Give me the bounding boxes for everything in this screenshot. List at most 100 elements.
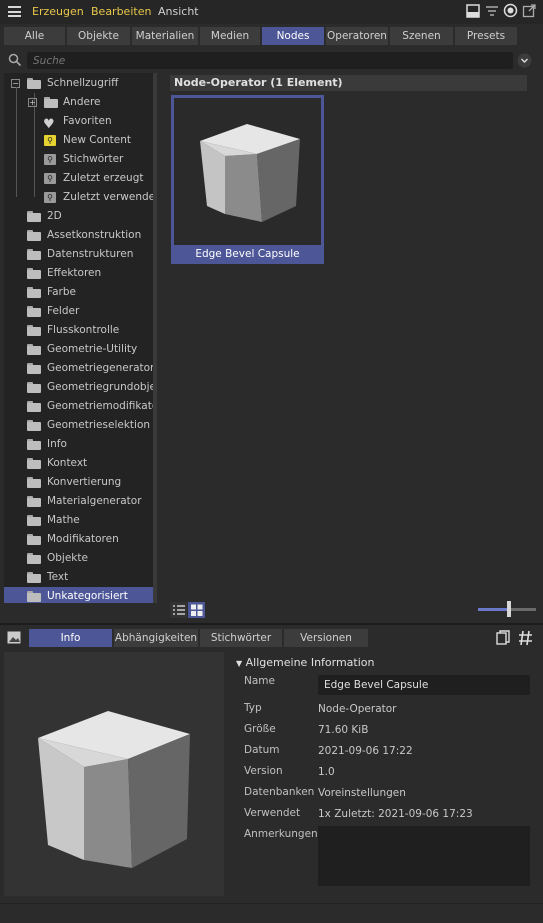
copy-icon[interactable]	[496, 630, 510, 646]
folder-icon	[27, 439, 41, 450]
tree-item-mathe[interactable]: Mathe	[4, 511, 156, 530]
status-bar	[0, 903, 543, 923]
tree-item-kontext[interactable]: Kontext	[4, 454, 156, 473]
search-icon: ⚲	[44, 173, 56, 184]
folder-icon	[27, 78, 41, 89]
section-allgemeine-information[interactable]: ▼ Allgemeine Information	[236, 656, 375, 669]
tree-item-unkategorisiert[interactable]: Unkategorisiert	[4, 587, 156, 603]
tree-item-geometrie-utility[interactable]: Geometrie-Utility	[4, 340, 156, 359]
search-icon	[8, 53, 22, 67]
category-tabs: Alle Objekte Materialien Medien Nodes Op…	[4, 27, 518, 45]
list-view-icon[interactable]	[170, 602, 187, 618]
search-icon: ⚲	[44, 192, 56, 203]
folder-icon	[27, 287, 41, 298]
tree-item-new-content[interactable]: ⚲ New Content	[4, 131, 156, 150]
tree-item-felder[interactable]: Felder	[4, 302, 156, 321]
slider-fill	[478, 608, 510, 611]
menu-bearbeiten[interactable]: Bearbeiten	[91, 5, 151, 18]
tab-nodes[interactable]: Nodes	[262, 27, 325, 45]
prop-value: Node-Operator	[318, 703, 397, 715]
tab-stichwoerter[interactable]: Stichwörter	[200, 629, 282, 647]
chevron-down-icon[interactable]	[517, 53, 532, 68]
folder-icon	[27, 534, 41, 545]
triangle-down-icon: ▼	[236, 659, 243, 668]
folder-icon	[27, 306, 41, 317]
tree-item-materialgenerator[interactable]: Materialgenerator	[4, 492, 156, 511]
asset-thumbnail	[174, 98, 321, 245]
expand-icon[interactable]: +	[28, 98, 37, 107]
slider-handle[interactable]	[507, 601, 511, 617]
tree-item-info[interactable]: Info	[4, 435, 156, 454]
tab-info[interactable]: Info	[29, 629, 112, 647]
hamburger-menu-icon[interactable]	[8, 6, 21, 17]
tree-item-geometriegenerator[interactable]: Geometriegenerator	[4, 359, 156, 378]
prop-label: Version	[244, 765, 283, 777]
tree-item-datenstrukturen[interactable]: Datenstrukturen	[4, 245, 156, 264]
name-label: Name	[244, 675, 275, 687]
search-input[interactable]	[27, 52, 513, 69]
panel-divider[interactable]	[0, 623, 543, 625]
tab-szenen[interactable]: Szenen	[390, 27, 454, 45]
asset-preview	[4, 652, 224, 896]
tree-item-farbe[interactable]: Farbe	[4, 283, 156, 302]
folder-icon	[27, 458, 41, 469]
tree-item-text[interactable]: Text	[4, 568, 156, 587]
tab-objekte[interactable]: Objekte	[67, 27, 131, 45]
tree-item-geometriemodifikato[interactable]: Geometriemodifikato	[4, 397, 156, 416]
tree-item-flusskontrolle[interactable]: Flusskontrolle	[4, 321, 156, 340]
external-link-icon[interactable]	[522, 3, 537, 18]
tree-item-andere[interactable]: + Andere	[4, 93, 156, 112]
name-field[interactable]	[318, 675, 530, 695]
anmerkungen-label: Anmerkungen	[244, 828, 318, 840]
menu-erzeugen[interactable]: Erzeugen	[32, 5, 84, 18]
tree-item-stichwoerter[interactable]: ⚲ Stichwörter	[4, 150, 156, 169]
name-input[interactable]	[318, 675, 530, 695]
grid-view-icon[interactable]	[188, 602, 205, 618]
search-icon: ⚲	[44, 135, 56, 146]
folder-icon	[27, 325, 41, 336]
tab-operatoren[interactable]: Operatoren	[326, 27, 389, 45]
tree-item-2d[interactable]: 2D	[4, 207, 156, 226]
asset-tile[interactable]: Edge Bevel Capsule	[171, 95, 324, 264]
tab-medien[interactable]: Medien	[200, 27, 261, 45]
search-field[interactable]	[27, 52, 513, 69]
folder-icon	[27, 363, 41, 374]
target-icon[interactable]	[503, 3, 518, 18]
prop-label: Datum	[244, 744, 280, 756]
prop-label: Größe	[244, 723, 276, 735]
window-icon[interactable]	[466, 4, 480, 18]
filter-icon[interactable]	[485, 4, 499, 18]
folder-icon	[27, 515, 41, 526]
tree-item-modifikatoren[interactable]: Modifikatoren	[4, 530, 156, 549]
tree-item-zuletzt-verwendet[interactable]: ⚲ Zuletzt verwendet	[4, 188, 156, 207]
image-icon[interactable]	[7, 631, 21, 644]
tree-item-objekte[interactable]: Objekte	[4, 549, 156, 568]
prop-label: Typ	[244, 702, 262, 714]
info-tabbar: Info Abhängigkeiten Stichwörter Versione…	[29, 629, 369, 647]
tree-item-konvertierung[interactable]: Konvertierung	[4, 473, 156, 492]
notes-field[interactable]	[318, 826, 530, 886]
prop-label: Datenbanken	[244, 786, 315, 798]
tab-presets[interactable]: Presets	[455, 27, 518, 45]
tab-materialien[interactable]: Materialien	[132, 27, 199, 45]
folder-icon	[27, 230, 41, 241]
tree-item-schnellzugriff[interactable]: − Schnellzugriff	[4, 74, 156, 93]
tab-versionen[interactable]: Versionen	[284, 629, 368, 647]
folder-icon	[27, 268, 41, 279]
tab-alle[interactable]: Alle	[4, 27, 66, 45]
tree-scrollbar[interactable]	[153, 73, 157, 603]
tab-abhaengigkeiten[interactable]: Abhängigkeiten	[114, 629, 198, 647]
tree-item-geometrieselektion[interactable]: Geometrieselektion	[4, 416, 156, 435]
prop-value: 1.0	[318, 766, 335, 778]
menu-ansicht[interactable]: Ansicht	[158, 5, 199, 18]
folder-icon	[27, 572, 41, 583]
tree-item-favoriten[interactable]: ♥ Favoriten	[4, 112, 156, 131]
tree-item-effektoren[interactable]: Effektoren	[4, 264, 156, 283]
view-mode-toggle	[170, 602, 206, 618]
tree-item-assetkonstruktion[interactable]: Assetkonstruktion	[4, 226, 156, 245]
folder-icon	[27, 420, 41, 431]
category-tree: − Schnellzugriff + Andere ♥ Favoriten ⚲ …	[4, 73, 156, 603]
tree-item-zuletzt-erzeugt[interactable]: ⚲ Zuletzt erzeugt	[4, 169, 156, 188]
hashtag-icon[interactable]	[518, 630, 533, 646]
tree-item-geometriegrundobjel[interactable]: Geometriegrundobjel	[4, 378, 156, 397]
